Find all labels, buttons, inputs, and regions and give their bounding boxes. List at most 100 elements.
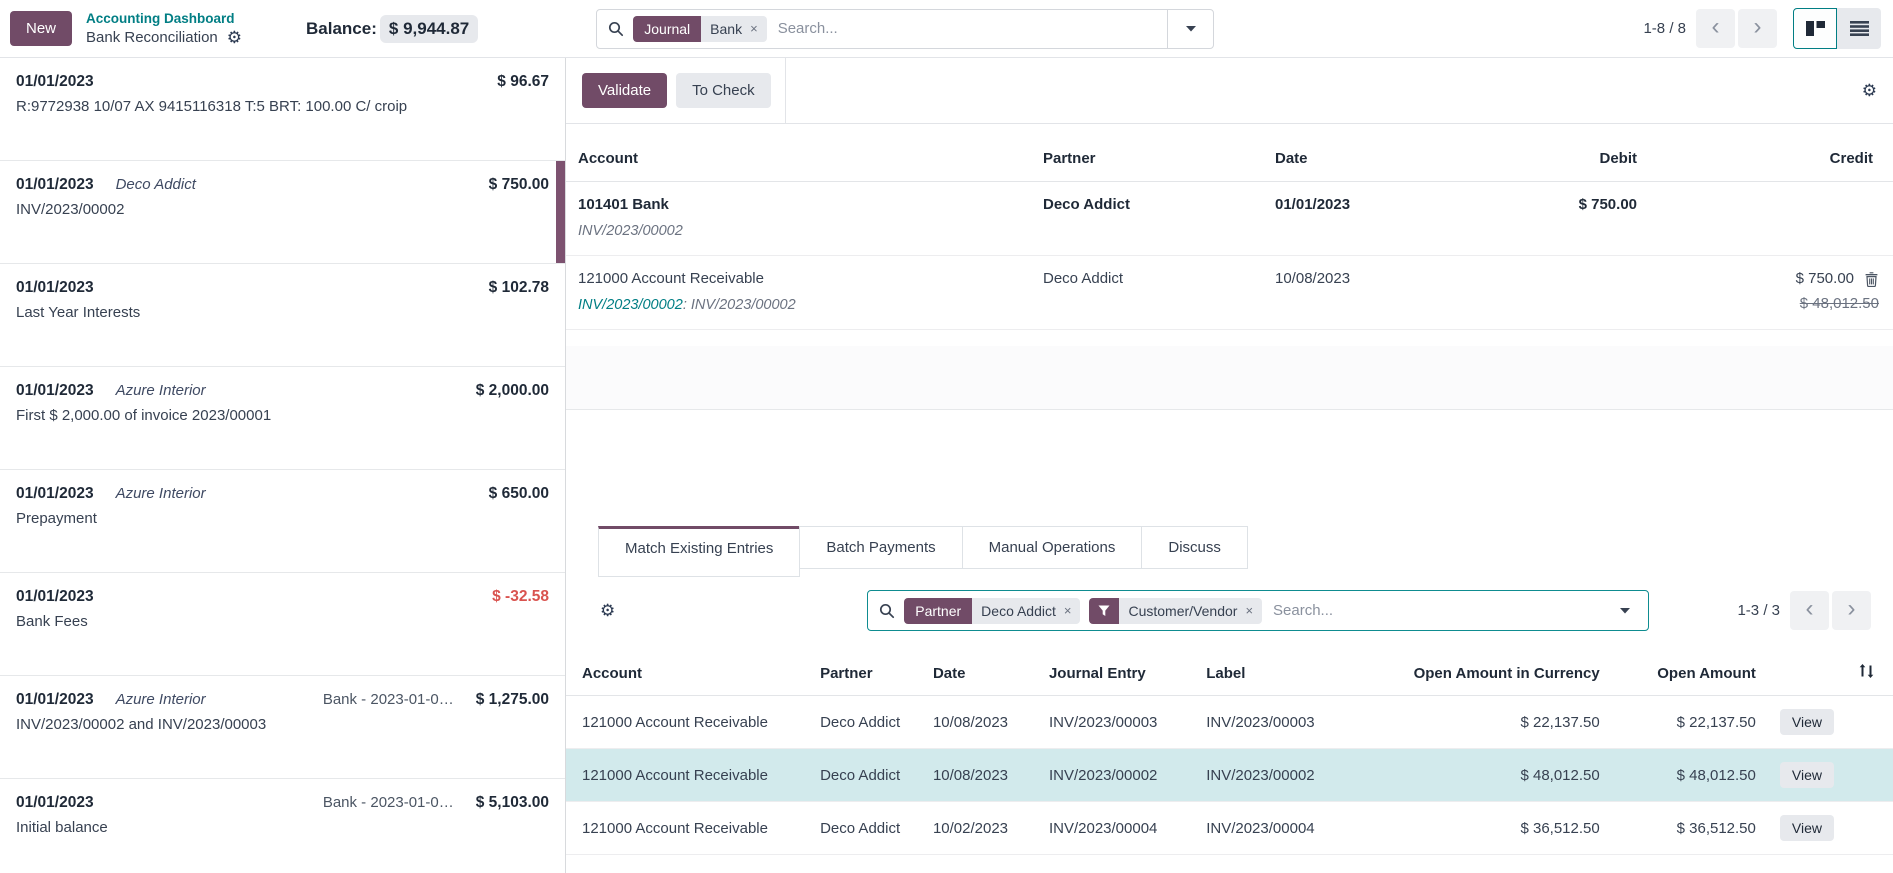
column-header-account[interactable]: Account	[566, 655, 808, 696]
customer-vendor-filter-facet[interactable]: Customer/Vendor ×	[1089, 598, 1262, 624]
line-label: First $ 2,000.00 of invoice 2023/00001	[16, 407, 549, 424]
column-header-open-amount-currency[interactable]: Open Amount in Currency	[1374, 655, 1612, 696]
column-header-date[interactable]: Date	[921, 655, 1037, 696]
balance-label: Balance:	[306, 19, 377, 39]
facet-label: Journal	[633, 16, 701, 42]
cell-account: 101401 Bank	[578, 196, 1019, 213]
gear-icon[interactable]: ⚙	[600, 602, 615, 619]
view-button[interactable]: View	[1780, 762, 1834, 788]
line-amount: $ 1,275.00	[476, 691, 549, 709]
line-amount: $ 750.00	[489, 176, 549, 194]
list-item[interactable]: 01/01/2023 Bank - 2023-01-0… $ 5,103.00 …	[0, 779, 565, 873]
match-search-dropdown-toggle[interactable]	[1602, 591, 1648, 630]
cell-label: INV/2023/00002	[1194, 749, 1373, 802]
list-item[interactable]: 01/01/2023 Azure Interior $ 2,000.00 Fir…	[0, 367, 565, 470]
cell-journal-entry: INV/2023/00003	[1037, 696, 1194, 749]
pager-next-button[interactable]: ›	[1738, 9, 1777, 48]
column-header-partner: Partner	[1031, 138, 1263, 182]
line-amount: $ 96.67	[497, 73, 549, 91]
line-amount: $ 2,000.00	[476, 382, 549, 400]
pager-previous-button[interactable]: ‹	[1696, 9, 1735, 48]
list-item[interactable]: 01/01/2023 Azure Interior Bank - 2023-01…	[0, 676, 565, 779]
search-icon	[879, 603, 895, 619]
list-item[interactable]: 01/01/2023 $ 96.67 R:9772938 10/07 AX 94…	[0, 58, 565, 161]
line-date: 01/01/2023	[16, 73, 94, 91]
to-check-button[interactable]: To Check	[676, 73, 771, 108]
list-item[interactable]: 01/01/2023 Azure Interior $ 650.00 Prepa…	[0, 470, 565, 573]
column-header-label[interactable]: Label	[1194, 655, 1373, 696]
search-dropdown-toggle[interactable]	[1167, 10, 1213, 48]
cell-date: 10/08/2023	[921, 749, 1037, 802]
toggle-columns-icon[interactable]	[1858, 663, 1875, 679]
list-view-button[interactable]	[1837, 8, 1881, 49]
facet-value: Customer/Vendor	[1128, 603, 1237, 619]
list-item[interactable]: 01/01/2023 $ 102.78 Last Year Interests	[0, 264, 565, 367]
tab-match-existing-entries[interactable]: Match Existing Entries	[598, 526, 800, 577]
validate-button[interactable]: Validate	[582, 73, 667, 108]
divider	[785, 58, 786, 123]
line-amount: $ 650.00	[489, 485, 549, 503]
column-header-open-amount[interactable]: Open Amount	[1612, 655, 1768, 696]
table-row[interactable]: 121000 Account Receivable INV/2023/00002…	[566, 256, 1893, 330]
cell-open-amount: $ 22,137.50	[1612, 696, 1768, 749]
table-row[interactable]: 121000 Account Receivable Deco Addict 10…	[566, 802, 1893, 855]
column-header-date: Date	[1263, 138, 1481, 182]
cell-date: 01/01/2023	[1275, 196, 1469, 213]
cell-move-link[interactable]: INV/2023/00002	[578, 297, 683, 313]
new-button[interactable]: New	[10, 11, 72, 46]
line-label: Prepayment	[16, 510, 549, 527]
close-icon[interactable]: ×	[1064, 603, 1072, 618]
kanban-view-button[interactable]	[1793, 8, 1837, 49]
reconcile-lines-table: Account Partner Date Debit Credit 101401…	[566, 138, 1893, 330]
trash-icon[interactable]	[1864, 271, 1879, 287]
cell-account: 121000 Account Receivable	[566, 696, 808, 749]
cell-label: INV/2023/00003	[1194, 696, 1373, 749]
table-row[interactable]: 121000 Account Receivable Deco Addict 10…	[566, 696, 1893, 749]
list-item[interactable]: 01/01/2023 $ -32.58 Bank Fees	[0, 573, 565, 676]
list-item-selected[interactable]: 01/01/2023 Deco Addict $ 750.00 INV/2023…	[0, 161, 565, 264]
table-row-highlighted[interactable]: 121000 Account Receivable Deco Addict 10…	[566, 749, 1893, 802]
cell-account: 121000 Account Receivable	[566, 802, 808, 855]
line-partner: Azure Interior	[116, 382, 206, 399]
view-button[interactable]: View	[1780, 815, 1834, 841]
gear-icon[interactable]: ⚙	[227, 29, 242, 46]
line-journal: Bank - 2023-01-0…	[323, 794, 454, 811]
line-journal: Bank - 2023-01-0…	[323, 691, 454, 708]
partner-facet[interactable]: Partner Deco Addict ×	[904, 598, 1080, 624]
cell-partner: Deco Addict	[1043, 196, 1251, 213]
tab-manual-operations[interactable]: Manual Operations	[962, 526, 1143, 569]
match-pager-value: 1-3 / 3	[1737, 602, 1780, 619]
empty-band	[566, 346, 1893, 410]
tab-batch-payments[interactable]: Batch Payments	[799, 526, 962, 569]
chevron-right-icon: ›	[1848, 595, 1856, 623]
cell-open-amount: $ 48,012.50	[1612, 749, 1768, 802]
close-icon[interactable]: ×	[750, 21, 758, 36]
gear-icon[interactable]: ⚙	[1862, 82, 1877, 99]
match-search-bar: Partner Deco Addict × Customer/Vendor ×	[867, 590, 1649, 631]
chevron-down-icon	[1619, 607, 1631, 615]
reconcile-toolbar: Validate To Check ⚙	[566, 58, 1893, 124]
line-partner: Azure Interior	[116, 691, 206, 708]
line-date: 01/01/2023	[16, 691, 94, 709]
chevron-right-icon: ›	[1754, 13, 1762, 41]
pager-value: 1-8 / 8	[1643, 20, 1686, 37]
column-header-journal-entry[interactable]: Journal Entry	[1037, 655, 1194, 696]
tab-discuss[interactable]: Discuss	[1141, 526, 1248, 569]
cell-debit: $ 750.00	[1493, 196, 1637, 213]
kanban-icon	[1806, 21, 1825, 36]
journal-facet[interactable]: Journal Bank ×	[633, 16, 766, 42]
table-row[interactable]: 101401 Bank INV/2023/00002 Deco Addict 0…	[566, 182, 1893, 256]
close-icon[interactable]: ×	[1245, 603, 1253, 618]
breadcrumb-parent-link[interactable]: Accounting Dashboard	[86, 10, 242, 28]
cell-credit: $ 750.00	[1796, 270, 1854, 287]
chevron-down-icon	[1185, 25, 1197, 33]
balance: Balance: $ 9,944.87	[306, 15, 478, 43]
view-button[interactable]: View	[1780, 709, 1834, 735]
notebook-tabs: Match Existing Entries Batch Payments Ma…	[599, 526, 1893, 577]
column-header-partner[interactable]: Partner	[808, 655, 921, 696]
cell-journal-entry: INV/2023/00004	[1037, 802, 1194, 855]
search-input[interactable]	[776, 19, 1157, 38]
match-search-input[interactable]	[1271, 601, 1591, 620]
match-pager-previous-button[interactable]: ‹	[1790, 591, 1829, 630]
match-pager-next-button[interactable]: ›	[1832, 591, 1871, 630]
